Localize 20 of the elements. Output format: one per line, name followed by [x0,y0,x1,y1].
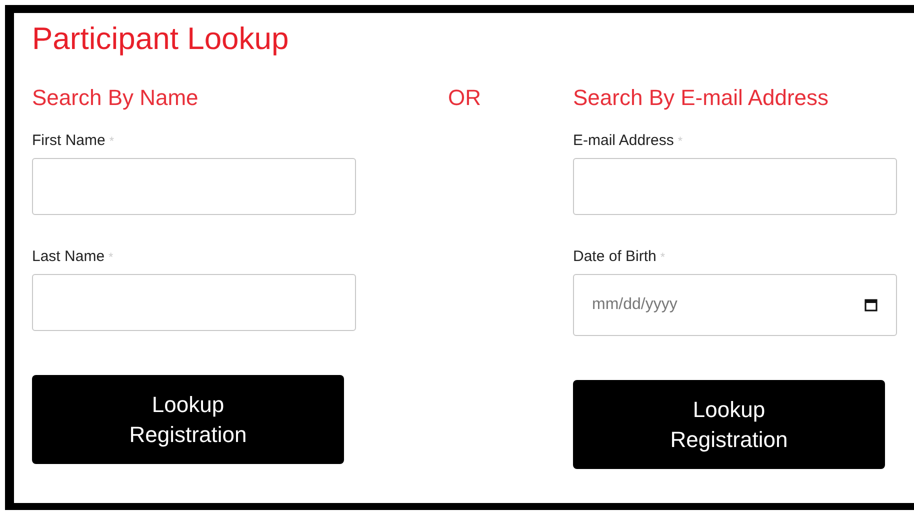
field-label: First Name [32,132,106,150]
required-mark: * [678,133,683,150]
or-separator: OR [448,84,481,112]
required-mark: * [660,249,666,266]
required-mark: * [108,249,114,266]
lookup-button[interactable]: Lookup Registration [573,380,885,469]
field-label: Last Name [32,248,105,266]
section-heading: Search By Name [32,84,200,112]
date-field[interactable]: mm/dd/yyyy [573,274,897,336]
field-label: Date of Birth [573,248,656,266]
page-title: Participant Lookup [32,20,290,58]
text-field[interactable] [573,158,897,215]
required-mark: * [109,133,114,150]
text-field[interactable] [32,158,356,215]
section-heading: Search By E-mail Address [573,84,830,112]
lookup-button[interactable]: Lookup Registration [32,375,344,464]
text-field[interactable] [32,274,356,331]
field-label: E-mail Address [573,132,674,150]
date-placeholder: mm/dd/yyyy [592,296,678,314]
calendar-icon[interactable] [864,298,878,312]
